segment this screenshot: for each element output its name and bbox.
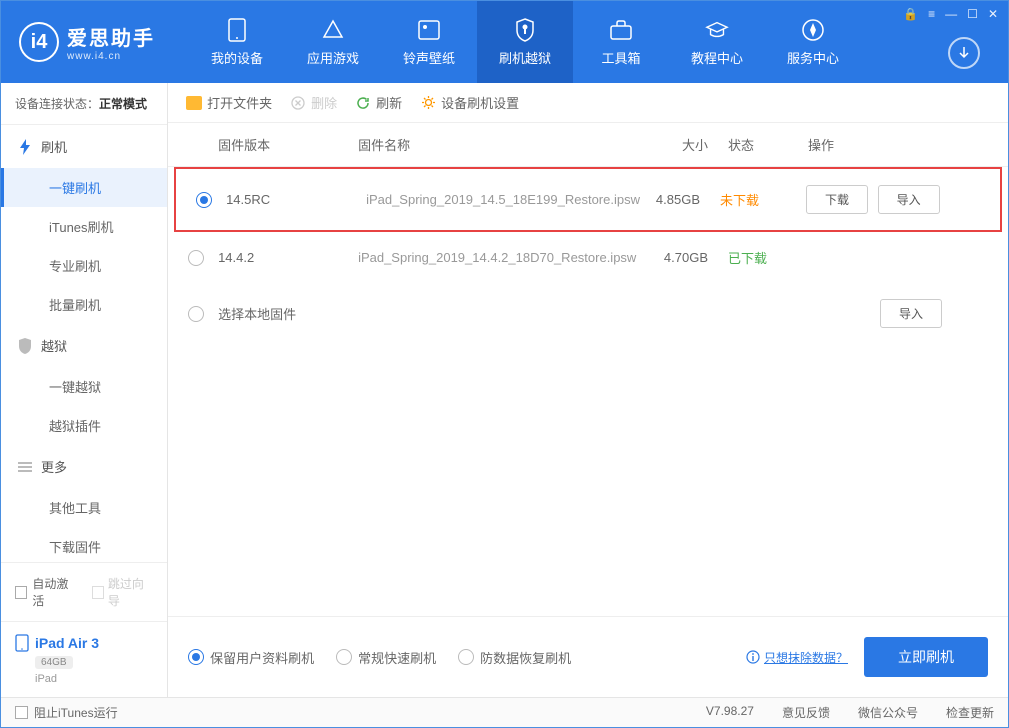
footer-check-update[interactable]: 检查更新 <box>946 704 994 721</box>
sidebar-group-flash[interactable]: 刷机 <box>1 125 167 168</box>
nav-my-device[interactable]: 我的设备 <box>189 1 285 83</box>
tablet-icon <box>15 634 29 652</box>
app-url: www.i4.cn <box>67 51 155 62</box>
info-icon <box>746 650 760 664</box>
col-version: 固件版本 <box>218 135 358 154</box>
device-name[interactable]: iPad Air 3 <box>15 634 153 652</box>
col-name: 固件名称 <box>358 135 648 154</box>
connection-status: 设备连接状态：正常模式 <box>1 83 167 125</box>
picture-icon <box>417 18 441 42</box>
device-icon <box>225 18 249 42</box>
firmware-row[interactable]: 14.4.2 iPad_Spring_2019_14.4.2_18D70_Res… <box>168 232 1008 283</box>
auto-activate-row: 自动激活 跳过向导 <box>1 562 167 621</box>
sidebar: 设备连接状态：正常模式 刷机 一键刷机 iTunes刷机 专业刷机 批量刷机 越… <box>1 83 168 697</box>
opt-anti-recovery[interactable]: 防数据恢复刷机 <box>458 648 571 667</box>
gear-icon <box>420 95 436 111</box>
toolbox-icon <box>609 18 633 42</box>
block-itunes-checkbox[interactable]: 阻止iTunes运行 <box>15 704 118 721</box>
top-nav: 我的设备 应用游戏 铃声壁纸 刷机越狱 工具箱 教程中心 服务中心 <box>189 1 861 83</box>
download-circle-icon[interactable] <box>948 37 980 69</box>
sidebar-item-oneclick-flash[interactable]: 一键刷机 <box>1 168 167 207</box>
opt-quick-flash[interactable]: 常规快速刷机 <box>336 648 436 667</box>
nav-ringtones[interactable]: 铃声壁纸 <box>381 1 477 83</box>
radio-button[interactable] <box>188 250 204 266</box>
refresh-icon <box>355 95 371 111</box>
toolbar: 打开文件夹 删除 刷新 设备刷机设置 <box>168 83 1008 123</box>
sidebar-item-pro-flash[interactable]: 专业刷机 <box>1 246 167 285</box>
import-button[interactable]: 导入 <box>878 185 940 214</box>
status-bar: 阻止iTunes运行 V7.98.27 意见反馈 微信公众号 检查更新 <box>1 697 1008 727</box>
toolbar-delete[interactable]: 删除 <box>290 93 337 112</box>
minimize-icon[interactable]: — <box>945 7 957 21</box>
nav-toolbox[interactable]: 工具箱 <box>573 1 669 83</box>
footer-wechat[interactable]: 微信公众号 <box>858 704 918 721</box>
nav-flash-jailbreak[interactable]: 刷机越狱 <box>477 1 573 83</box>
sidebar-item-jailbreak-plugins[interactable]: 越狱插件 <box>1 406 167 445</box>
radio-button <box>188 649 204 665</box>
sidebar-item-oneclick-jailbreak[interactable]: 一键越狱 <box>1 367 167 406</box>
firmware-row[interactable]: 14.5RC iPad_Spring_2019_14.5_18E199_Rest… <box>174 167 1002 232</box>
delete-icon <box>290 95 306 111</box>
folder-icon <box>186 95 202 111</box>
sidebar-item-itunes-flash[interactable]: iTunes刷机 <box>1 207 167 246</box>
sidebar-item-other-tools[interactable]: 其他工具 <box>1 488 167 527</box>
device-info: iPad Air 3 64GB iPad <box>1 621 167 697</box>
app-name: 爱思助手 <box>67 22 155 51</box>
content-area: 打开文件夹 删除 刷新 设备刷机设置 固件版本 固件名称 大小 状态 操作 <box>168 83 1008 697</box>
checkbox-icon <box>15 706 28 719</box>
checkbox-icon <box>92 586 104 599</box>
sidebar-item-batch-flash[interactable]: 批量刷机 <box>1 285 167 324</box>
close-icon[interactable]: ✕ <box>988 7 998 21</box>
app-logo-icon: i4 <box>19 22 59 62</box>
window-controls: 🔒 ≡ — ☐ ✕ <box>903 7 998 21</box>
radio-button <box>458 649 474 665</box>
shield-icon <box>17 338 33 354</box>
opt-keep-data[interactable]: 保留用户资料刷机 <box>188 648 314 667</box>
auto-activate-checkbox[interactable]: 自动激活 <box>15 575 78 609</box>
toolbar-open-folder[interactable]: 打开文件夹 <box>186 93 272 112</box>
flash-now-button[interactable]: 立即刷机 <box>864 637 988 677</box>
download-button[interactable]: 下载 <box>806 185 868 214</box>
apps-icon <box>321 18 345 42</box>
erase-data-link[interactable]: 只想抹除数据？ <box>746 649 848 666</box>
skip-guide-checkbox[interactable]: 跳过向导 <box>92 575 154 609</box>
menu-icon[interactable]: ≡ <box>928 7 935 21</box>
radio-button <box>336 649 352 665</box>
nav-tutorials[interactable]: 教程中心 <box>669 1 765 83</box>
import-button[interactable]: 导入 <box>880 299 942 328</box>
flash-icon <box>17 139 33 155</box>
nav-apps[interactable]: 应用游戏 <box>285 1 381 83</box>
local-firmware-row[interactable]: 选择本地固件 导入 <box>168 283 1008 344</box>
checkbox-icon <box>15 586 27 599</box>
version-label: V7.98.27 <box>706 704 754 721</box>
footer-feedback[interactable]: 意见反馈 <box>782 704 830 721</box>
logo-area: i4 爱思助手 www.i4.cn <box>1 22 189 62</box>
col-size: 大小 <box>648 135 728 154</box>
app-header: i4 爱思助手 www.i4.cn 我的设备 应用游戏 铃声壁纸 刷机越狱 工具… <box>1 1 1008 83</box>
graduation-icon <box>705 18 729 42</box>
more-icon <box>17 459 33 475</box>
sidebar-group-jailbreak[interactable]: 越狱 <box>1 324 167 367</box>
toolbar-refresh[interactable]: 刷新 <box>355 93 402 112</box>
table-header: 固件版本 固件名称 大小 状态 操作 <box>168 123 1008 167</box>
device-type: iPad <box>35 673 153 685</box>
maximize-icon[interactable]: ☐ <box>967 7 978 21</box>
flash-options-bar: 保留用户资料刷机 常规快速刷机 防数据恢复刷机 只想抹除数据？ 立即刷机 <box>168 616 1008 697</box>
col-status: 状态 <box>728 135 808 154</box>
sidebar-group-more[interactable]: 更多 <box>1 445 167 488</box>
shield-key-icon <box>513 18 537 42</box>
nav-service[interactable]: 服务中心 <box>765 1 861 83</box>
lock-icon[interactable]: 🔒 <box>903 7 918 21</box>
sidebar-item-download-firmware[interactable]: 下载固件 <box>1 527 167 562</box>
radio-button[interactable] <box>188 306 204 322</box>
col-action: 操作 <box>808 135 988 154</box>
compass-icon <box>801 18 825 42</box>
toolbar-settings[interactable]: 设备刷机设置 <box>420 93 519 112</box>
device-storage-badge: 64GB <box>35 656 73 669</box>
radio-button[interactable] <box>196 192 212 208</box>
